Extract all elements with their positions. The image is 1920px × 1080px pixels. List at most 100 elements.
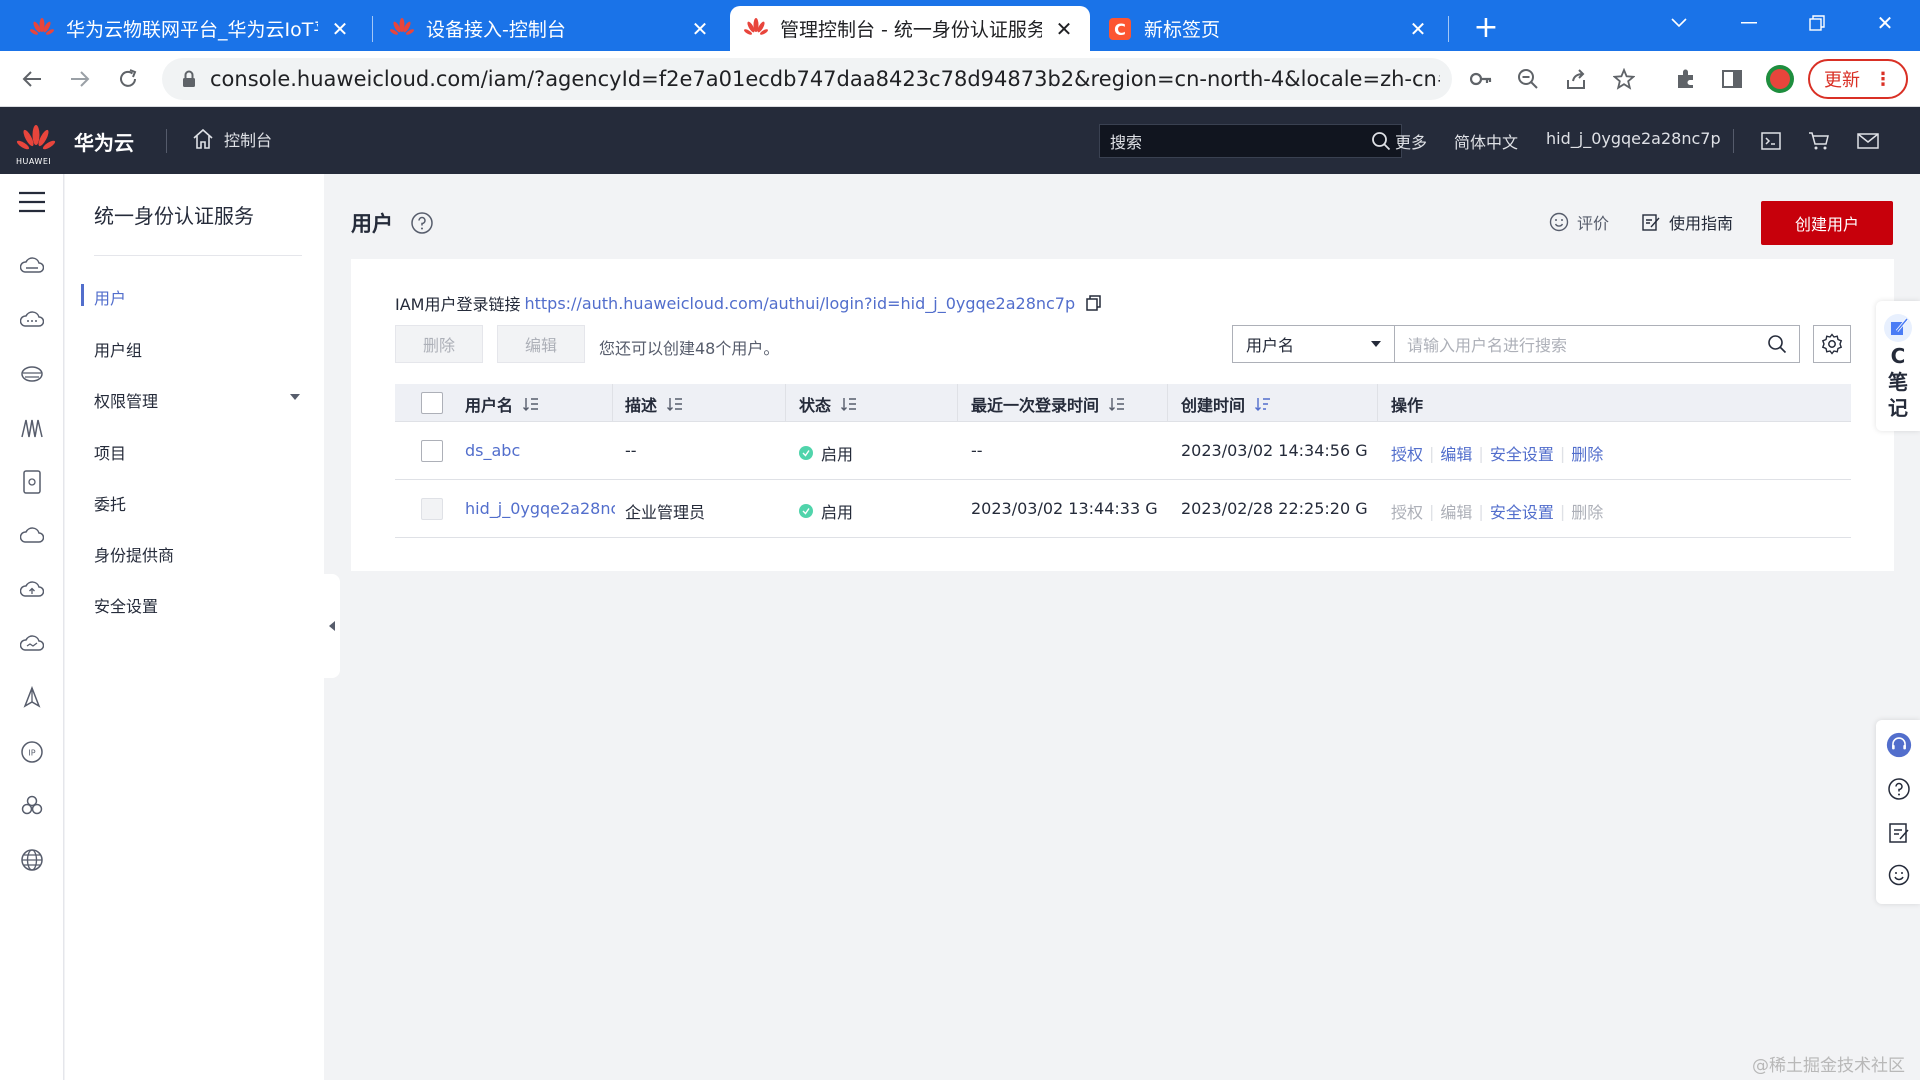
sidebar-collapse-handle[interactable]	[324, 574, 340, 678]
share-icon[interactable]	[1560, 63, 1592, 95]
table-settings-button[interactable]	[1813, 325, 1851, 363]
sidebar-item-user-groups[interactable]: 用户组	[94, 337, 142, 361]
sidebar-item-identity-providers[interactable]: 身份提供商	[94, 542, 174, 566]
delete-button[interactable]: 删除	[395, 325, 483, 363]
notes-widget[interactable]: C 笔 记	[1876, 301, 1920, 431]
column-header-description[interactable]: 描述	[625, 392, 683, 416]
sort-icon[interactable]	[667, 397, 683, 411]
mail-icon[interactable]	[1854, 127, 1882, 155]
document-storage-icon[interactable]	[18, 468, 46, 496]
extensions-puzzle-icon[interactable]	[1670, 63, 1702, 95]
feedback-smile-icon[interactable]	[1886, 862, 1912, 888]
minimize-icon[interactable]	[1714, 0, 1784, 45]
action-divider: |	[1478, 443, 1484, 463]
sort-icon[interactable]	[523, 397, 539, 411]
browser-tab-bar: 华为云物联网平台_华为云IoT平台 ✕ 设备接入-控制台 ✕ 管理控制台 - 统…	[0, 0, 1920, 51]
sort-icon[interactable]	[841, 397, 857, 411]
user-account[interactable]: hid_j_0ygqe2a28nc7p	[1546, 129, 1721, 148]
security-settings-link[interactable]: 安全设置	[1490, 499, 1554, 523]
reload-icon[interactable]	[110, 61, 146, 97]
header-search-input[interactable]: 搜索	[1099, 124, 1402, 158]
cloud-upload-icon[interactable]	[18, 576, 46, 604]
security-settings-link[interactable]: 安全设置	[1490, 441, 1554, 465]
sort-descending-icon[interactable]	[1255, 397, 1271, 411]
sidebar-item-users[interactable]: 用户	[94, 285, 126, 309]
tab-close-icon[interactable]: ✕	[1052, 17, 1076, 41]
column-header-last-login[interactable]: 最近一次登录时间	[971, 392, 1125, 416]
last-login-cell: --	[971, 441, 983, 460]
help-circle-icon[interactable]	[410, 211, 434, 235]
more-link[interactable]: 更多	[1395, 129, 1427, 153]
search-icon[interactable]	[1767, 334, 1787, 354]
column-header-username[interactable]: 用户名	[465, 392, 539, 416]
row-checkbox[interactable]	[421, 440, 443, 462]
console-home-link[interactable]: 控制台	[192, 127, 272, 151]
username-link[interactable]: hid_j_0ygqe2a28nc7p	[465, 499, 615, 518]
help-question-icon[interactable]	[1886, 776, 1912, 802]
brand-name[interactable]: 华为云	[74, 127, 134, 156]
authorize-link[interactable]: 授权	[1391, 441, 1423, 465]
globe-icon[interactable]	[18, 846, 46, 874]
edit-link[interactable]: 编辑	[1440, 441, 1472, 465]
tab-close-icon[interactable]: ✕	[688, 17, 712, 41]
login-link-url[interactable]: https://auth.huaweicloud.com/authui/logi…	[524, 294, 1075, 313]
side-panel-icon[interactable]	[1716, 63, 1748, 95]
database-icon[interactable]	[18, 360, 46, 388]
deploy-icon[interactable]	[18, 684, 46, 712]
create-user-button[interactable]: 创建用户	[1761, 201, 1893, 245]
restore-icon[interactable]	[1782, 0, 1852, 45]
close-window-icon[interactable]: ✕	[1850, 0, 1920, 45]
new-tab-button[interactable]: +	[1466, 8, 1506, 48]
menu-hamburger-icon[interactable]	[18, 188, 46, 216]
edit-button[interactable]: 编辑	[497, 325, 585, 363]
cluster-icon[interactable]	[18, 792, 46, 820]
column-header-created[interactable]: 创建时间	[1181, 392, 1271, 416]
delete-link[interactable]: 删除	[1571, 441, 1603, 465]
forward-arrow-icon[interactable]	[62, 61, 98, 97]
search-field-select[interactable]: 用户名	[1232, 325, 1394, 363]
language-switch[interactable]: 简体中文	[1454, 129, 1518, 153]
customer-service-icon[interactable]	[1886, 732, 1912, 758]
tab-close-icon[interactable]: ✕	[328, 17, 352, 41]
address-bar[interactable]: console.huaweicloud.com/iam/?agencyId=f2…	[162, 58, 1452, 100]
cloud-dots-icon[interactable]	[18, 306, 46, 334]
browser-tab-2[interactable]: 设备接入-控制台 ✕	[376, 6, 726, 51]
tab-search-chevron-icon[interactable]	[1644, 0, 1714, 45]
cloud-monitor-icon[interactable]	[18, 630, 46, 658]
key-icon[interactable]	[1465, 63, 1497, 95]
terminal-icon[interactable]	[1757, 127, 1785, 155]
bookmark-star-icon[interactable]	[1608, 63, 1640, 95]
ip-address-icon[interactable]: IP	[18, 738, 46, 766]
copy-icon[interactable]	[1085, 294, 1103, 312]
column-header-status[interactable]: 状态	[799, 392, 857, 416]
sidebar-item-projects[interactable]: 项目	[94, 440, 126, 464]
sidebar-item-security-settings[interactable]: 安全设置	[94, 593, 158, 617]
update-button[interactable]: 更新 ⋮	[1808, 59, 1908, 99]
username-link[interactable]: ds_abc	[465, 441, 605, 460]
cloud-server-icon[interactable]	[18, 252, 46, 280]
browser-tab-4[interactable]: C 新标签页 ✕	[1094, 6, 1444, 51]
search-icon[interactable]	[1371, 131, 1391, 151]
tab-close-icon[interactable]: ✕	[1406, 17, 1430, 41]
sidebar-item-permissions[interactable]: 权限管理	[94, 388, 158, 412]
feedback-button[interactable]: 评价	[1549, 210, 1609, 234]
sort-icon[interactable]	[1109, 397, 1125, 411]
update-label: 更新	[1824, 70, 1860, 91]
action-divider: |	[1429, 501, 1435, 521]
profile-avatar[interactable]	[1764, 63, 1796, 95]
select-all-checkbox[interactable]	[421, 392, 443, 414]
sidebar-item-agencies[interactable]: 委托	[94, 491, 126, 515]
cart-icon[interactable]	[1805, 127, 1833, 155]
user-search-input[interactable]: 请输入用户名进行搜索	[1394, 325, 1800, 363]
network-waves-icon[interactable]	[18, 414, 46, 442]
expand-caret-icon[interactable]	[290, 394, 300, 400]
user-guide-button[interactable]: 使用指南	[1641, 210, 1733, 234]
browser-tab-1[interactable]: 华为云物联网平台_华为云IoT平台 ✕	[16, 6, 366, 51]
cloud-backup-icon[interactable]	[18, 522, 46, 550]
browser-tab-3-active[interactable]: 管理控制台 - 统一身份认证服务 ✕	[730, 6, 1090, 51]
huawei-logo-icon[interactable]	[16, 121, 56, 161]
edit-note-icon[interactable]	[1886, 820, 1912, 846]
collapse-left-icon	[329, 621, 335, 631]
zoom-icon[interactable]	[1512, 63, 1544, 95]
back-arrow-icon[interactable]	[14, 61, 50, 97]
